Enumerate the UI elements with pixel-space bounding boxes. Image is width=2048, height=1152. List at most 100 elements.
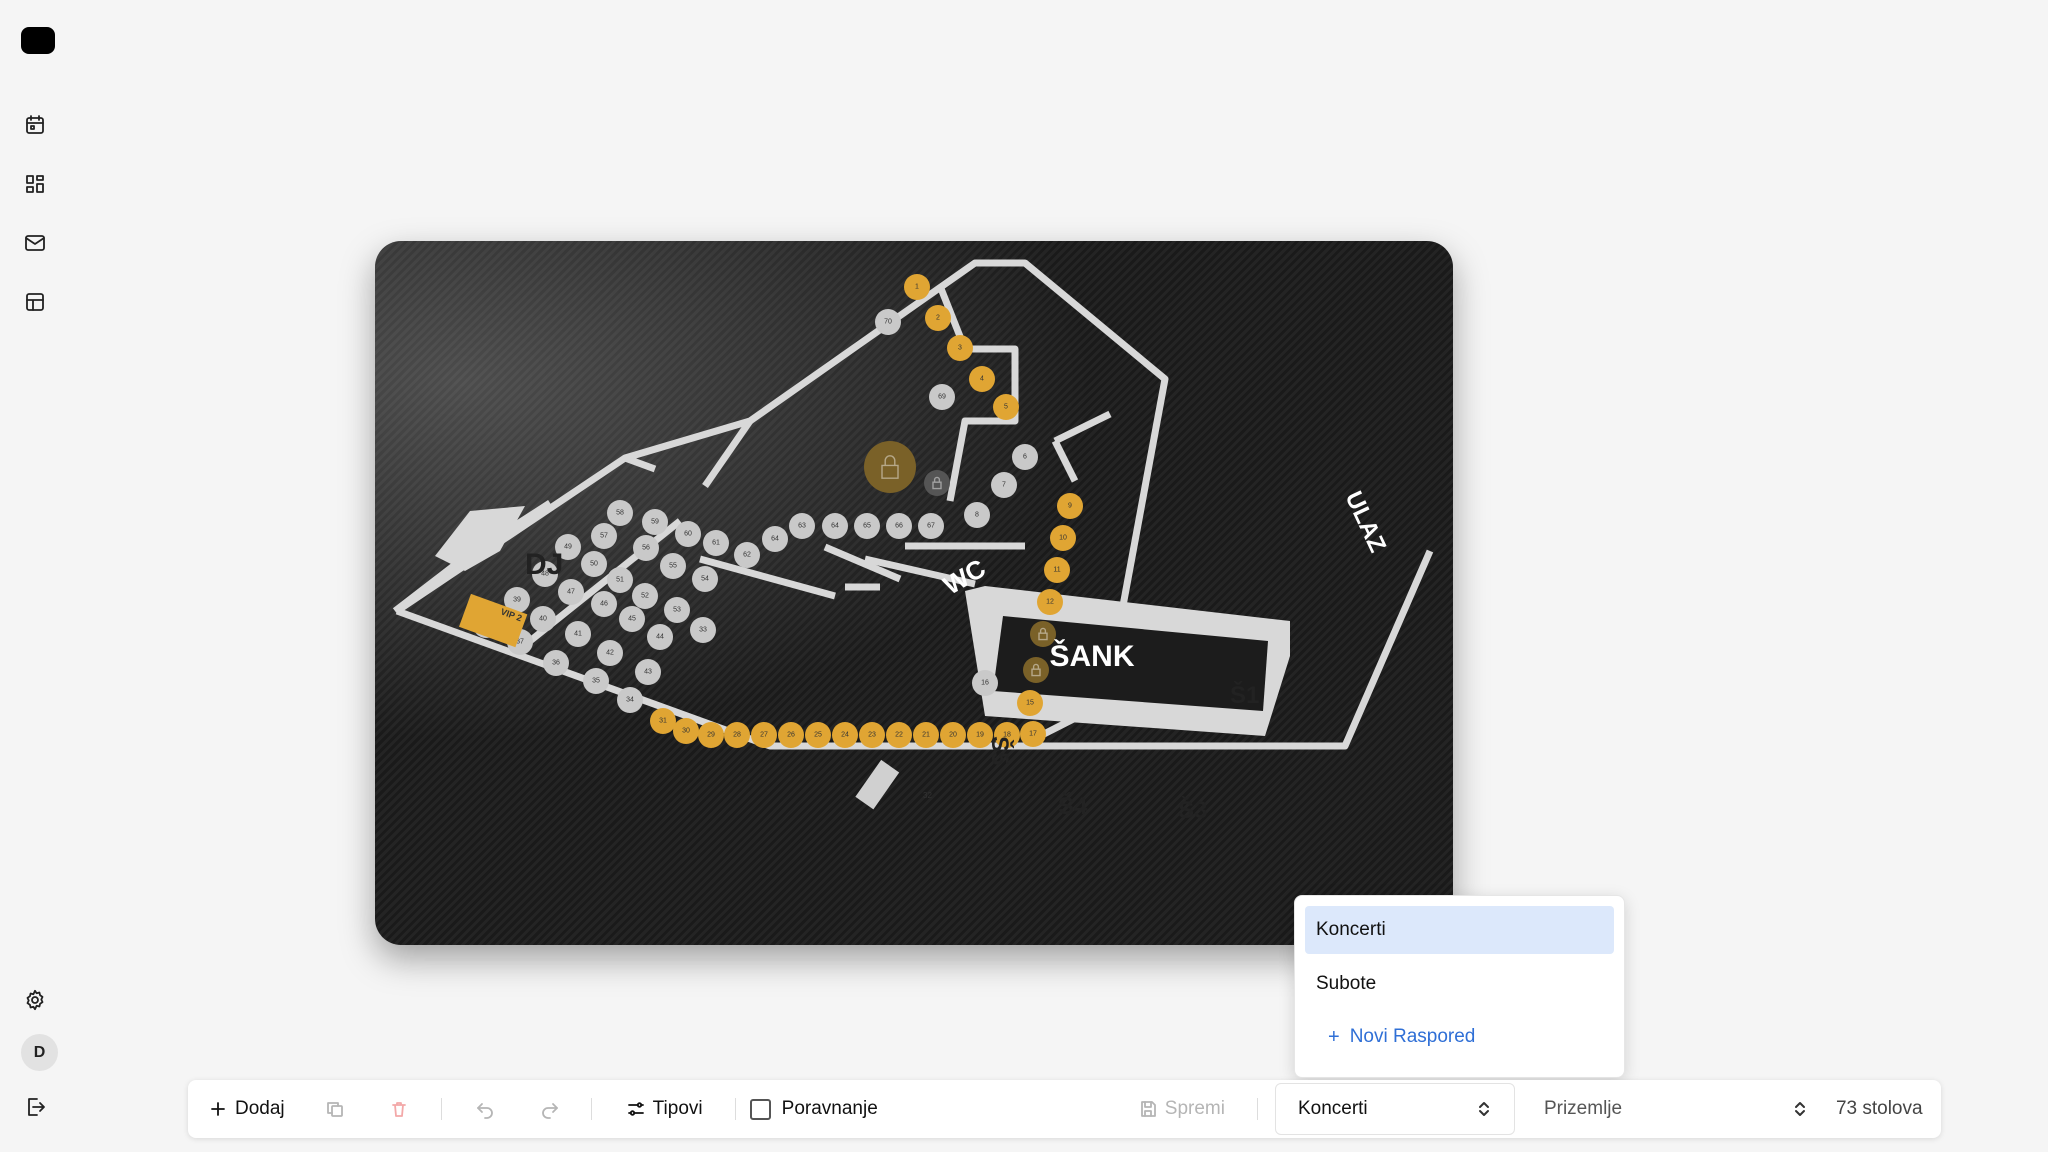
table-56[interactable]: 56 [633, 535, 659, 561]
bar-section-s5-label: Š5 [986, 736, 1014, 765]
table-54[interactable]: 54 [692, 566, 718, 592]
sidebar: D [0, 0, 72, 1152]
logout-icon[interactable] [20, 1092, 50, 1122]
align-toggle[interactable]: Poravnanje [749, 1098, 878, 1120]
table-27[interactable]: 27 [751, 722, 777, 748]
table-58[interactable]: 58 [607, 500, 633, 526]
app-logo[interactable] [21, 27, 55, 54]
table-36[interactable]: 36 [543, 650, 569, 676]
table-12[interactable]: 12 [1037, 589, 1063, 615]
table-69[interactable]: 69 [929, 384, 955, 410]
redo-button[interactable] [540, 1099, 560, 1119]
table-67[interactable]: 67 [918, 513, 944, 539]
table-number: 44 [656, 634, 664, 641]
delete-button[interactable] [389, 1099, 409, 1119]
dropdown-option-subote[interactable]: Subote [1305, 960, 1614, 1008]
undo-button[interactable] [475, 1099, 495, 1119]
table-21[interactable]: 21 [913, 722, 939, 748]
new-layout-button[interactable]: + Novi Raspored [1305, 1008, 1614, 1066]
table-43[interactable]: 43 [635, 659, 661, 685]
align-checkbox[interactable] [749, 1098, 771, 1120]
table-63[interactable]: 63 [789, 513, 815, 539]
table-47[interactable]: 47 [558, 579, 584, 605]
add-button[interactable]: Dodaj [208, 1098, 285, 1120]
table-50[interactable]: 50 [581, 551, 607, 577]
table-1[interactable]: 1 [904, 274, 930, 300]
table-65[interactable]: 65 [854, 513, 880, 539]
table-70[interactable]: 70 [875, 309, 901, 335]
table-23[interactable]: 23 [859, 722, 885, 748]
table-7[interactable]: 7 [991, 472, 1017, 498]
table-20[interactable]: 20 [940, 722, 966, 748]
table-29[interactable]: 29 [698, 722, 724, 748]
table-3[interactable]: 3 [947, 335, 973, 361]
table-layout-icon[interactable] [20, 287, 50, 317]
table-32-label: 32 [923, 791, 932, 800]
table-41[interactable]: 41 [565, 621, 591, 647]
table-45[interactable]: 45 [619, 606, 645, 632]
table-66[interactable]: 66 [886, 513, 912, 539]
table-59[interactable]: 59 [642, 509, 668, 535]
table-57[interactable]: 57 [591, 523, 617, 549]
duplicate-button[interactable] [325, 1099, 345, 1119]
table-2[interactable]: 2 [925, 305, 951, 331]
table-15[interactable]: 15 [1017, 690, 1043, 716]
table-55[interactable]: 55 [660, 553, 686, 579]
table-number: 70 [884, 319, 892, 326]
types-button[interactable]: Tipovi [626, 1098, 703, 1120]
dj-booth [435, 506, 525, 571]
table-22[interactable]: 22 [886, 722, 912, 748]
table-60[interactable]: 60 [675, 521, 701, 547]
table-34[interactable]: 34 [617, 687, 643, 713]
mail-icon[interactable] [20, 228, 50, 258]
table-25[interactable]: 25 [805, 722, 831, 748]
floor-plan-canvas[interactable]: 1 2 3 4 5 6 7 8 9 10 11 12 15 16 17 18 19 20 21 22 23 24 25 26 2… [375, 241, 1453, 945]
table-52[interactable]: 52 [632, 583, 658, 609]
table-30[interactable]: 30 [673, 718, 699, 744]
table-46[interactable]: 46 [591, 591, 617, 617]
table-4[interactable]: 4 [969, 366, 995, 392]
table-42[interactable]: 42 [597, 640, 623, 666]
dashboard-icon[interactable] [20, 169, 50, 199]
table-number: 63 [798, 523, 806, 530]
table-5[interactable]: 5 [993, 394, 1019, 420]
table-62[interactable]: 62 [734, 542, 760, 568]
table-64[interactable]: 64 [762, 526, 788, 552]
table-40[interactable]: 40 [530, 606, 556, 632]
save-button[interactable]: Spremi [1138, 1098, 1225, 1120]
table-number: 11 [1053, 567, 1060, 574]
layout-dropdown-menu: Koncerti Subote + Novi Raspored [1294, 895, 1625, 1078]
table-10[interactable]: 10 [1050, 525, 1076, 551]
table-17[interactable]: 17 [1020, 721, 1046, 747]
table-53[interactable]: 53 [664, 597, 690, 623]
table-64[interactable]: 64 [822, 513, 848, 539]
table-35[interactable]: 35 [583, 668, 609, 694]
plus-icon [211, 1102, 225, 1116]
table-28[interactable]: 28 [724, 722, 750, 748]
table-number: 60 [684, 531, 692, 538]
table-16[interactable]: 16 [972, 670, 998, 696]
table-6[interactable]: 6 [1012, 444, 1038, 470]
table-44[interactable]: 44 [647, 624, 673, 650]
table-11[interactable]: 11 [1044, 557, 1070, 583]
table-31[interactable]: 31 [650, 708, 676, 734]
table-9[interactable]: 9 [1057, 493, 1083, 519]
chevron-up-down-icon [1794, 1102, 1805, 1116]
table-locked[interactable] [924, 470, 950, 496]
dropdown-option-koncerti[interactable]: Koncerti [1305, 906, 1614, 954]
table-locked[interactable] [864, 441, 916, 493]
table-locked[interactable] [1023, 657, 1049, 683]
table-number: 20 [949, 732, 957, 739]
floor-select[interactable]: Prizemlje [1544, 1098, 1808, 1120]
calendar-icon[interactable] [20, 110, 50, 140]
table-61[interactable]: 61 [703, 530, 729, 556]
table-number: 64 [771, 536, 779, 543]
avatar[interactable]: D [21, 1034, 58, 1071]
table-26[interactable]: 26 [778, 722, 804, 748]
table-33[interactable]: 33 [690, 617, 716, 643]
table-51[interactable]: 51 [607, 567, 633, 593]
table-24[interactable]: 24 [832, 722, 858, 748]
layout-select[interactable]: Koncerti [1274, 1083, 1515, 1135]
gear-icon[interactable] [20, 985, 50, 1015]
table-8[interactable]: 8 [964, 502, 990, 528]
